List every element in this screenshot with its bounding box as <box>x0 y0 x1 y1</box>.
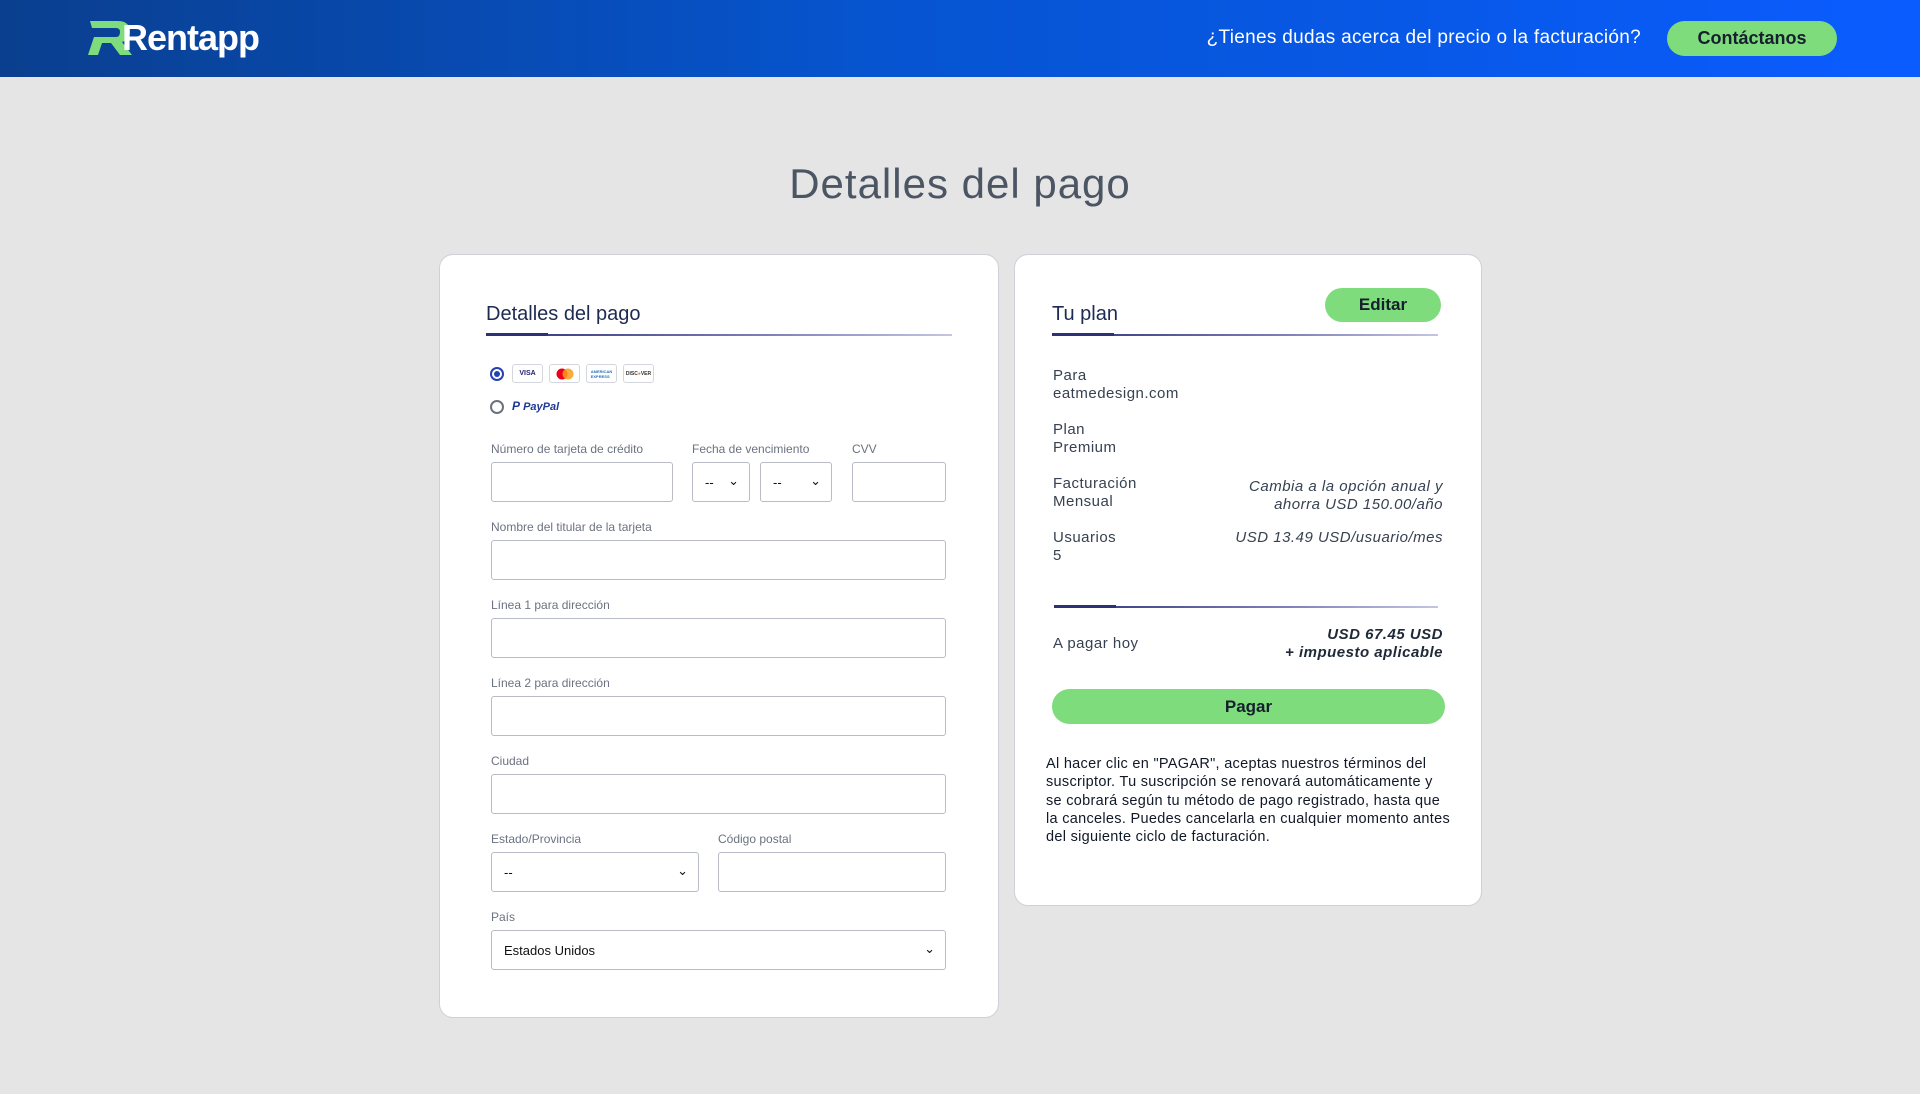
expiry-month-select[interactable]: -- ⌄ <box>692 462 750 502</box>
discover-icon: DISC ● VER <box>623 364 654 383</box>
total-amount: USD 67.45 USD <box>1327 626 1443 643</box>
tax-note: + impuesto aplicable <box>1285 644 1443 661</box>
state-select[interactable]: -- ⌄ <box>491 852 699 892</box>
payment-section-title: Detalles del pago <box>486 303 641 325</box>
chevron-down-icon: ⌄ <box>728 473 739 488</box>
plan-row-billing: Facturación Mensual Cambia a la opción a… <box>1053 475 1443 514</box>
section-underline <box>486 333 952 336</box>
country-value: Estados Unidos <box>504 943 596 958</box>
expiry-month-value: -- <box>705 475 714 490</box>
paypal-icon: P PayPal <box>512 399 560 413</box>
page-title: Detalles del pago <box>789 160 1131 207</box>
visa-icon: VISA <box>512 364 543 383</box>
annual-savings-note[interactable]: Cambia a la opción anual y ahorra USD 15… <box>1249 478 1443 514</box>
state-label: Estado/Provincia <box>491 832 582 846</box>
plan-row-value: Premium <box>1053 439 1117 456</box>
paypal-payment-radio[interactable] <box>490 400 504 414</box>
cvv-input[interactable] <box>852 462 946 502</box>
section-underline <box>1052 333 1438 336</box>
chevron-down-icon: ⌄ <box>924 941 935 956</box>
plan-row-label: Plan <box>1053 421 1086 438</box>
plan-row-value: 5 <box>1053 547 1062 564</box>
total-divider <box>1054 605 1438 608</box>
holder-name-input[interactable] <box>491 540 946 580</box>
logo-text: Rentapp <box>122 17 260 58</box>
plan-row-plan: Plan Premium <box>1053 421 1443 457</box>
payment-details-card: Detalles del pago VISA AMERICAN EXPRESS D… <box>439 254 999 1018</box>
city-label: Ciudad <box>491 754 530 768</box>
total-amount-block: USD 67.45 USD + impuesto aplicable <box>1285 626 1443 662</box>
holder-label: Nombre del titular de la tarjeta <box>491 520 652 534</box>
plan-summary-card: Tu plan Editar Para eatmedesign.com Plan… <box>1014 254 1482 906</box>
plan-row-value: eatmedesign.com <box>1053 385 1179 402</box>
card-number-input[interactable] <box>491 462 673 502</box>
country-label: País <box>491 910 516 924</box>
rentapp-logo[interactable]: Rentapp <box>88 17 260 59</box>
per-user-price: USD 13.49 USD/usuario/mes <box>1235 529 1443 546</box>
plan-row-recipient: Para eatmedesign.com <box>1053 367 1443 403</box>
contact-button[interactable]: Contáctanos <box>1667 21 1837 56</box>
pay-button[interactable]: Pagar <box>1052 689 1445 724</box>
chevron-down-icon: ⌄ <box>677 863 688 878</box>
amex-icon: AMERICAN EXPRESS <box>586 364 617 383</box>
plan-row-users: Usuarios 5 USD 13.49 USD/usuario/mes <box>1053 529 1443 565</box>
card-number-label: Número de tarjeta de crédito <box>491 442 644 456</box>
plan-section-title: Tu plan <box>1052 303 1118 325</box>
annual-note-line2: ahorra USD 150.00/año <box>1274 496 1443 513</box>
expiry-label: Fecha de vencimiento <box>692 442 810 456</box>
state-value: -- <box>504 865 513 880</box>
chevron-down-icon: ⌄ <box>810 473 821 488</box>
zip-label: Código postal <box>718 832 792 846</box>
address2-label: Línea 2 para dirección <box>491 676 610 690</box>
card-payment-radio[interactable] <box>490 367 504 381</box>
top-bar: Rentapp ¿Tienes dudas acerca del precio … <box>0 0 1920 77</box>
paypal-label: PayPal <box>523 401 560 413</box>
mastercard-icon <box>549 364 580 383</box>
total-label: A pagar hoy <box>1053 635 1139 652</box>
address1-input[interactable] <box>491 618 946 658</box>
country-select[interactable]: Estados Unidos ⌄ <box>491 930 946 970</box>
address2-input[interactable] <box>491 696 946 736</box>
zip-input[interactable] <box>718 852 946 892</box>
pricing-question-text: ¿Tienes dudas acerca del precio o la fac… <box>1206 27 1641 48</box>
address1-label: Línea 1 para dirección <box>491 598 610 612</box>
expiry-year-value: -- <box>773 475 782 490</box>
annual-note-line1: Cambia a la opción anual y <box>1249 478 1443 495</box>
edit-plan-button[interactable]: Editar <box>1325 288 1441 322</box>
cvv-label: CVV <box>852 442 877 456</box>
legal-terms-text: Al hacer clic en "PAGAR", aceptas nuestr… <box>1046 756 1450 846</box>
city-input[interactable] <box>491 774 946 814</box>
expiry-year-select[interactable]: -- ⌄ <box>760 462 832 502</box>
plan-row-label: Para <box>1053 367 1087 384</box>
